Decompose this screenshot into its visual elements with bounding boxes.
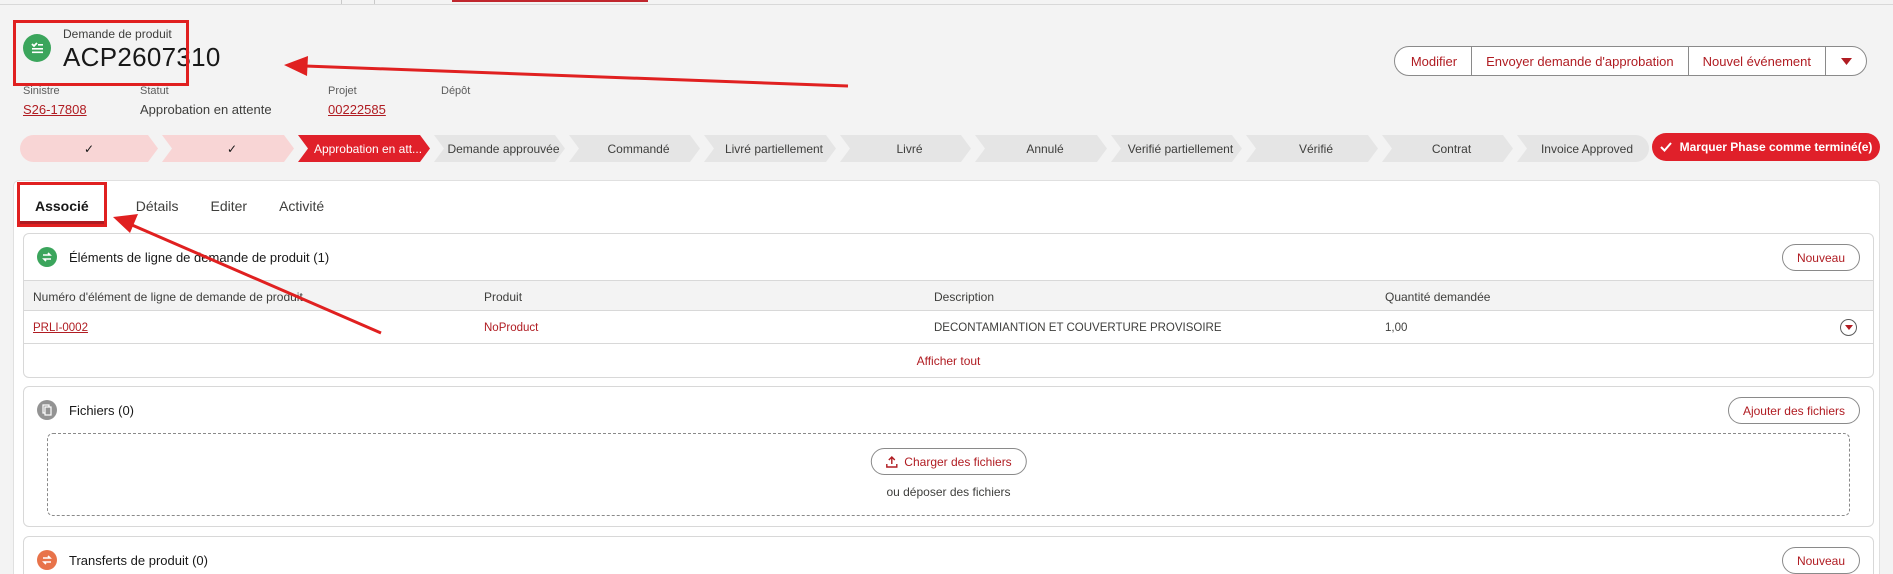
path-stage[interactable]: Livré <box>840 135 971 162</box>
line-items-related-list: Éléments de ligne de demande de produit … <box>23 233 1874 378</box>
path-stage[interactable]: Livré partiellement <box>704 135 836 162</box>
view-all-link[interactable]: Afficher tout <box>24 354 1873 368</box>
files-icon <box>37 400 57 420</box>
path-stage[interactable]: Contrat <box>1382 135 1513 162</box>
claim-link[interactable]: S26-17808 <box>23 102 87 117</box>
field-claim: Sinistre S26-17808 <box>23 85 87 117</box>
mark-stage-complete-label: Marquer Phase comme terminé(e) <box>1679 140 1873 154</box>
more-actions-button[interactable] <box>1825 46 1867 76</box>
transfers-related-list: Transferts de produit (0) Nouveau <box>23 536 1874 574</box>
annotation-highlight-record-name <box>13 20 189 86</box>
path-stage-completed[interactable]: ✓ <box>20 135 158 162</box>
line-item-number-link[interactable]: PRLI-0002 <box>33 322 88 334</box>
field-depot: Dépôt <box>441 85 470 102</box>
files-title: Fichiers (0) <box>69 403 135 418</box>
status-path: ✓ ✓ Approbation en att... Demande approu… <box>20 135 1653 162</box>
tab-activity[interactable]: Activité <box>279 198 324 224</box>
field-project: Projet 00222585 <box>328 85 386 117</box>
path-stage[interactable]: Demande approuvée <box>434 135 565 162</box>
transfers-title: Transferts de produit (0) <box>69 553 208 568</box>
column-header[interactable]: Produit <box>484 290 522 304</box>
add-files-button[interactable]: Ajouter des fichiers <box>1727 397 1860 424</box>
mark-stage-complete-button[interactable]: Marquer Phase comme terminé(e) <box>1652 133 1880 161</box>
field-label: Projet <box>328 85 357 97</box>
path-stage[interactable]: Vérifié <box>1246 135 1378 162</box>
tab-details[interactable]: Détails <box>136 198 179 224</box>
modify-button[interactable]: Modifier <box>1393 46 1473 76</box>
files-related-list: Fichiers (0) Ajouter des fichiers Charge… <box>23 386 1874 527</box>
path-stage[interactable]: Annulé <box>975 135 1107 162</box>
active-workspace-tab-indicator <box>452 0 648 2</box>
chevron-down-icon <box>1844 325 1853 330</box>
field-label: Statut <box>140 85 169 97</box>
path-stage-completed[interactable]: ✓ <box>162 135 294 162</box>
field-status: Statut Approbation en attente <box>140 85 272 117</box>
new-transfer-button[interactable]: Nouveau <box>1781 547 1860 574</box>
field-label: Sinistre <box>23 85 60 97</box>
send-approval-button[interactable]: Envoyer demande d'approbation <box>1471 46 1689 76</box>
line-items-title: Éléments de ligne de demande de produit … <box>69 250 330 265</box>
transfer-icon <box>37 550 57 570</box>
path-stage[interactable]: Invoice Approved <box>1517 135 1649 162</box>
tab-separator <box>341 0 342 4</box>
field-label: Dépôt <box>441 85 471 97</box>
product-link[interactable]: NoProduct <box>484 322 538 334</box>
table-row: PRLI-0002 NoProduct DECONTAMIANTION ET C… <box>24 311 1873 344</box>
header-action-buttons: Modifier Envoyer demande d'approbation N… <box>1393 46 1867 76</box>
file-drop-zone[interactable]: Charger des fichiers ou déposer des fich… <box>47 433 1850 516</box>
column-header[interactable]: Numéro d'élément de ligne de demande de … <box>33 290 303 304</box>
line-items-icon <box>37 247 57 267</box>
record-header: Demande de produit ACP2607310 Modifier E… <box>13 10 1880 122</box>
top-tab-strip <box>0 0 1893 5</box>
new-event-button[interactable]: Nouvel événement <box>1687 46 1826 76</box>
new-line-item-button[interactable]: Nouveau <box>1781 244 1860 271</box>
upload-files-label: Charger des fichiers <box>904 454 1012 469</box>
row-actions-button[interactable] <box>1840 319 1857 336</box>
upload-icon <box>885 455 898 468</box>
path-stage-current[interactable]: Approbation en att... <box>298 135 430 162</box>
tab-edit[interactable]: Editer <box>211 198 248 224</box>
tab-separator <box>374 0 375 4</box>
chevron-down-icon <box>1840 57 1852 65</box>
line-items-table-header: Numéro d'élément de ligne de demande de … <box>24 280 1873 311</box>
status-value: Approbation en attente <box>140 102 272 117</box>
line-item-description: DECONTAMIANTION ET COUVERTURE PROVISOIRE <box>934 322 1222 334</box>
annotation-highlight-related-tab <box>17 182 107 227</box>
drop-files-text: ou déposer des fichiers <box>886 485 1011 499</box>
path-stage[interactable]: Verifié partiellement <box>1111 135 1242 162</box>
column-header[interactable]: Description <box>934 290 994 304</box>
line-item-quantity: 1,00 <box>1385 322 1408 334</box>
path-stage[interactable]: Commandé <box>569 135 700 162</box>
project-link[interactable]: 00222585 <box>328 102 386 117</box>
column-header[interactable]: Quantité demandée <box>1385 290 1490 304</box>
check-icon <box>1659 142 1672 152</box>
upload-files-button[interactable]: Charger des fichiers <box>870 448 1027 475</box>
